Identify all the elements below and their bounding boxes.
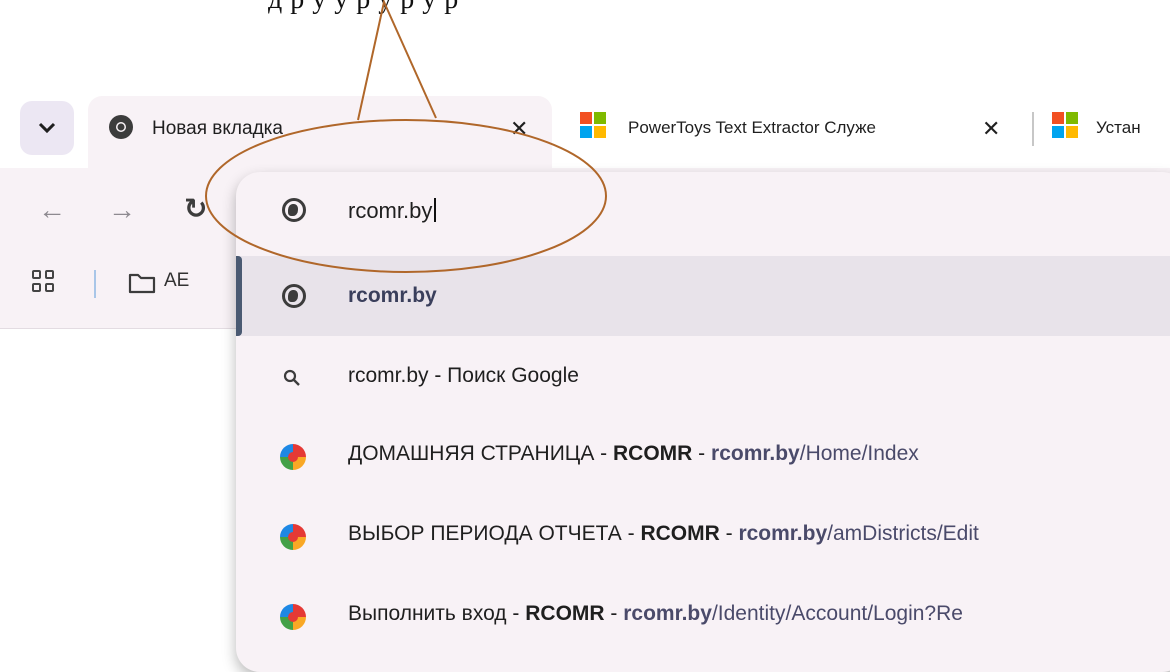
site-favicon-icon [280, 524, 306, 550]
text-cursor [434, 198, 437, 222]
suggestion-text: rcomr.by [348, 284, 437, 307]
bookmark-folder-label[interactable]: AE [164, 270, 189, 292]
suggestion-text: ВЫБОР ПЕРИОДА ОТЧЕТА - RCOMR - rcomr.by/… [348, 522, 979, 545]
site-favicon-icon [280, 604, 306, 630]
suggestion-row[interactable]: rcomr.by [236, 256, 1170, 336]
suggestion-row[interactable]: Выполнить вход - RCOMR - rcomr.by/Identi… [236, 578, 1170, 654]
tab-separator [1032, 112, 1034, 146]
forward-icon[interactable]: → [108, 194, 136, 226]
tab-new-tab[interactable]: Новая вкладка ✕ [88, 96, 552, 170]
tab-powertoys[interactable]: PowerToys Text Extractor Служе ✕ [570, 96, 1018, 156]
suggestion-text: Выполнить вход - RCOMR - rcomr.by/Identi… [348, 602, 963, 625]
back-icon[interactable]: ← [38, 194, 66, 226]
omnibox-input[interactable]: rcomr.by [348, 198, 437, 224]
microsoft-logo-icon [580, 112, 606, 138]
globe-icon [282, 284, 306, 308]
reload-icon[interactable]: ↻ [184, 192, 207, 225]
tab-title: Новая вкладка [152, 118, 283, 139]
selection-indicator [236, 256, 242, 336]
tab-title: Устан [1096, 118, 1141, 137]
close-tab-icon[interactable]: ✕ [510, 116, 528, 142]
close-tab-icon[interactable]: ✕ [982, 116, 1000, 142]
chrome-icon [109, 115, 133, 139]
search-icon [283, 369, 300, 386]
microsoft-logo-icon [1052, 112, 1078, 138]
site-favicon-icon [280, 444, 306, 470]
apps-grid-icon[interactable] [32, 270, 58, 296]
suggestion-text: ДОМАШНЯЯ СТРАНИЦА - RCOMR - rcomr.by/Hom… [348, 442, 919, 465]
suggestion-row[interactable]: ДОМАШНЯЯ СТРАНИЦА - RCOMR - rcomr.by/Hom… [236, 418, 1170, 494]
globe-icon [282, 198, 306, 222]
tab-install[interactable]: Устан [1048, 96, 1170, 156]
suggestion-row[interactable]: rcomr.by - Поиск Google [236, 340, 1170, 416]
chevron-down-icon [38, 122, 56, 134]
folder-icon[interactable] [128, 272, 156, 294]
annotation-caption: д р у у р у р у р [268, 0, 459, 16]
suggestion-row[interactable]: ВЫБОР ПЕРИОДА ОТЧЕТА - RCOMR - rcomr.by/… [236, 498, 1170, 574]
bookmark-separator [94, 270, 96, 298]
suggestion-text: rcomr.by - Поиск Google [348, 364, 579, 387]
omnibox-input-row[interactable]: rcomr.by [236, 172, 1170, 248]
tab-search-button[interactable] [20, 101, 74, 155]
